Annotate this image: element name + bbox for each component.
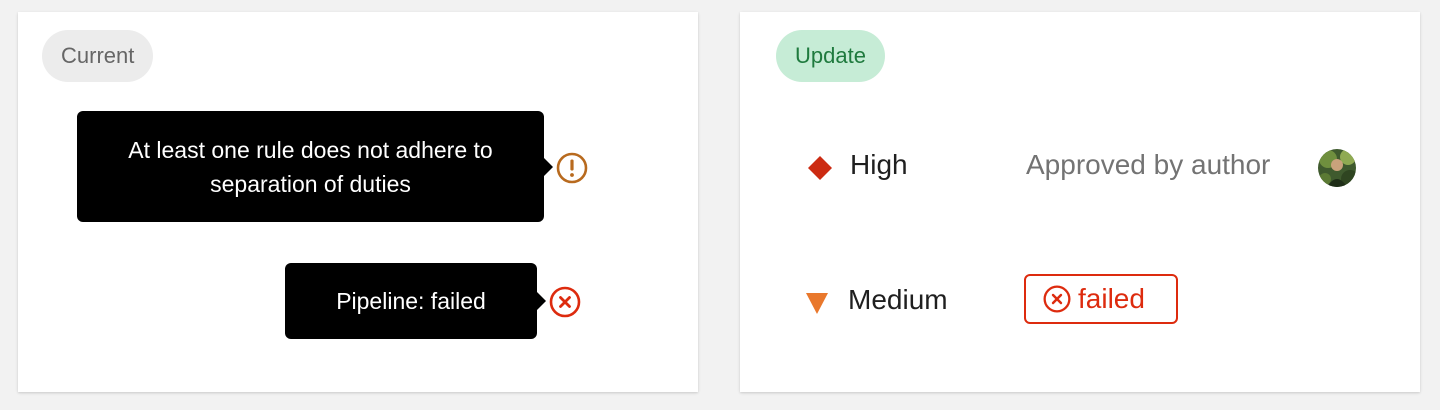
current-badge: Current [42,30,154,82]
diamond-icon [806,154,834,187]
exclamation-circle-icon[interactable] [555,151,589,185]
pipeline-failed-badge[interactable]: failed [1024,274,1178,324]
update-panel: Update High Approved by author Medium fa… [740,12,1420,392]
pipeline-status-tooltip-text: Pipeline: failed [336,288,486,314]
close-circle-icon [1043,285,1071,313]
close-circle-icon[interactable] [548,285,582,319]
approval-status-text: Approved by author [1026,149,1271,180]
separation-of-duties-tooltip-text: At least one rule does not adhere to sep… [128,136,493,197]
update-badge: Update [776,30,885,82]
pipeline-status-tooltip: Pipeline: failed [285,263,546,339]
severity-label-high: High [850,149,908,180]
triangle-down-icon [803,289,831,322]
separation-of-duties-tooltip: At least one rule does not adhere to sep… [77,111,553,222]
pipeline-failed-label: failed [1078,283,1145,314]
severity-label-medium: Medium [848,284,948,315]
avatar[interactable] [1318,149,1356,187]
current-panel: Current At least one rule does not adher… [18,12,698,392]
